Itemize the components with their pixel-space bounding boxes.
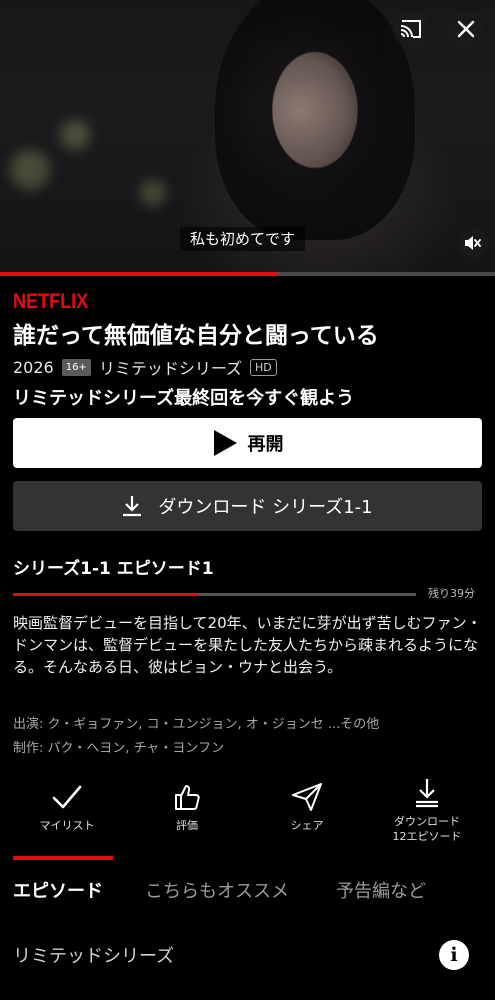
mute-button[interactable]: [458, 228, 488, 258]
show-type: リミテッドシリーズ: [98, 359, 243, 378]
episode-progress-bar: [13, 593, 416, 596]
my-list-label: マイリスト: [39, 819, 95, 832]
resume-button[interactable]: 再開: [13, 418, 482, 468]
netflix-logo: NETFLIX: [13, 290, 89, 313]
share-button[interactable]: シェア: [257, 780, 357, 833]
season-selector-label[interactable]: リミテッドシリーズ: [13, 942, 174, 968]
video-subtitle: 私も初めてです: [180, 227, 306, 251]
download-icon: [416, 779, 438, 808]
check-icon: [52, 785, 82, 809]
info-icon: i: [450, 944, 458, 966]
tab-more-like-this[interactable]: こちらもオススメ: [145, 877, 289, 903]
resume-label: 再開: [247, 434, 284, 455]
show-title: 誰だって無価値な自分と闘っている: [13, 323, 379, 349]
maturity-rating-badge: 16+: [61, 358, 91, 376]
video-player[interactable]: 私も初めてです: [0, 0, 495, 275]
promo-text: リミテッドシリーズ最終回を今すぐ観よう: [13, 388, 355, 409]
my-list-button[interactable]: マイリスト: [17, 780, 117, 833]
send-icon: [292, 783, 322, 811]
play-icon: [213, 430, 237, 456]
close-icon: [457, 20, 475, 38]
tab-trailers[interactable]: 予告編など: [336, 877, 426, 903]
close-button[interactable]: [447, 10, 485, 48]
tab-episodes[interactable]: エピソード: [13, 877, 103, 903]
download-label: ダウンロード: [394, 815, 460, 828]
show-meta: 2026 16+ リミテッドシリーズ HD: [13, 355, 277, 379]
share-label: シェア: [290, 819, 324, 832]
active-tab-indicator: [13, 856, 113, 860]
cast-button[interactable]: [392, 10, 430, 48]
rate-button[interactable]: 評価: [137, 780, 237, 833]
download-icon: [123, 496, 142, 517]
cast-icon: [400, 20, 421, 38]
video-progress-fill: [0, 272, 278, 276]
episode-progress-fill: [13, 593, 199, 596]
episode-synopsis: 映画監督デビューを目指して20年、いまだに芽が出ず苦しむファン・ドンマンは、監督…: [13, 614, 482, 676]
download-series-label: ダウンロード シリーズ1-1: [158, 497, 373, 518]
download-series-button[interactable]: ダウンロード シリーズ1-1: [13, 481, 482, 531]
creators-list: 制作: パク・ヘヨン, チャ・ヨンフン: [13, 741, 225, 756]
info-button[interactable]: i: [439, 940, 469, 970]
video-progress-bar[interactable]: [0, 272, 495, 276]
cast-list[interactable]: 出演: ク・ギョファン, コ・ユンジョン, オ・ジョンセ ...その他: [13, 713, 483, 732]
download-episodes-button[interactable]: ダウンロード 12エピソード: [377, 776, 477, 844]
download-episode-count: 12エピソード: [392, 830, 462, 843]
rate-label: 評価: [176, 819, 198, 832]
hd-badge: HD: [250, 358, 277, 376]
thumbs-up-icon: [175, 785, 200, 810]
release-year: 2026: [13, 357, 54, 377]
time-remaining: 残り39分: [428, 587, 475, 600]
muted-speaker-icon: [465, 236, 481, 250]
episode-heading: シリーズ1-1 エピソード1: [13, 559, 214, 579]
